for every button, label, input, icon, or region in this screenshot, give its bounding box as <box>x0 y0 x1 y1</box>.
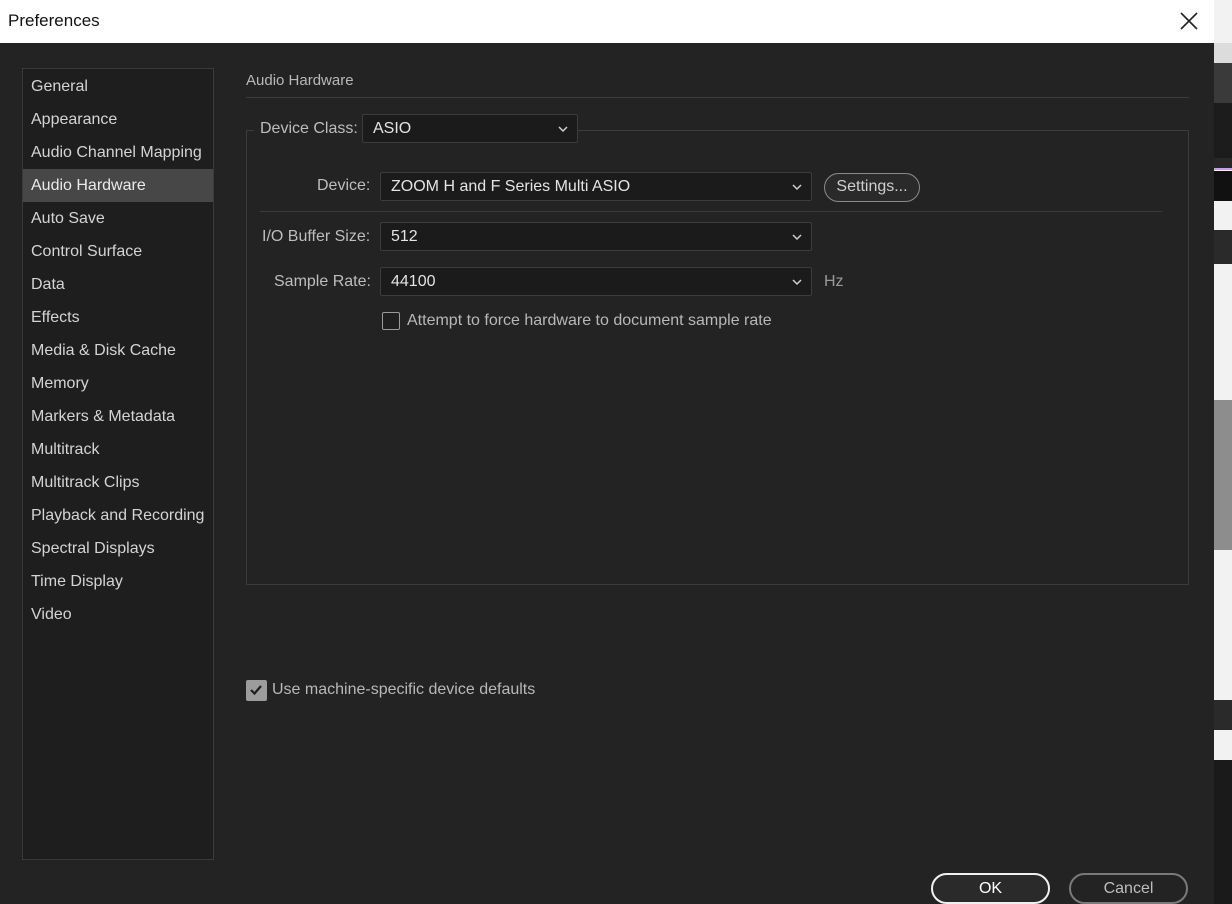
sidebar-item-markers-metadata[interactable]: Markers & Metadata <box>23 400 213 433</box>
close-icon <box>1180 12 1198 30</box>
device-class-label: Device Class: <box>260 120 358 137</box>
background-app-edge <box>1214 0 1232 904</box>
sidebar-item-multitrack-clips[interactable]: Multitrack Clips <box>23 466 213 499</box>
buffer-size-dropdown[interactable]: 512 <box>380 222 812 251</box>
chevron-down-icon <box>792 234 802 241</box>
close-button[interactable] <box>1172 4 1206 38</box>
title-bar: Preferences <box>0 0 1214 44</box>
device-dropdown[interactable]: ZOOM H and F Series Multi ASIO <box>380 172 812 201</box>
preferences-sidebar: General Appearance Audio Channel Mapping Au… <box>22 68 214 860</box>
sidebar-item-appearance[interactable]: Appearance <box>23 103 213 136</box>
sidebar-item-general[interactable]: General <box>23 70 213 103</box>
section-divider <box>246 97 1189 98</box>
sidebar-item-time-display[interactable]: Time Display <box>23 565 213 598</box>
sidebar-item-effects[interactable]: Effects <box>23 301 213 334</box>
device-settings-button[interactable]: Settings... <box>824 173 920 202</box>
device-label: Device: <box>317 177 371 194</box>
device-value: ZOOM H and F Series Multi ASIO <box>391 178 631 195</box>
machine-defaults-label: Use machine-specific device defaults <box>272 681 536 698</box>
chevron-down-icon <box>792 184 802 191</box>
ok-button[interactable]: OK <box>931 873 1050 904</box>
window-title: Preferences <box>8 11 100 30</box>
sidebar-item-data[interactable]: Data <box>23 268 213 301</box>
sidebar-item-playback-and-recording[interactable]: Playback and Recording <box>23 499 213 532</box>
cancel-button[interactable]: Cancel <box>1069 873 1188 904</box>
buffer-size-label: I/O Buffer Size: <box>262 228 371 245</box>
sidebar-item-memory[interactable]: Memory <box>23 367 213 400</box>
chevron-down-icon <box>558 126 568 133</box>
sidebar-item-media-disk-cache[interactable]: Media & Disk Cache <box>23 334 213 367</box>
sidebar-item-audio-hardware[interactable]: Audio Hardware <box>23 169 213 202</box>
section-title: Audio Hardware <box>246 72 354 89</box>
force-sample-rate-label: Attempt to force hardware to document sa… <box>407 312 772 329</box>
buffer-size-value: 512 <box>391 228 418 245</box>
sidebar-item-spectral-displays[interactable]: Spectral Displays <box>23 532 213 565</box>
sample-rate-dropdown[interactable]: 44100 <box>380 267 812 296</box>
force-sample-rate-checkbox[interactable] <box>382 312 400 330</box>
sample-rate-unit: Hz <box>824 273 844 290</box>
sidebar-item-multitrack[interactable]: Multitrack <box>23 433 213 466</box>
device-divider <box>260 211 1162 212</box>
chevron-down-icon <box>792 279 802 286</box>
sidebar-item-auto-save[interactable]: Auto Save <box>23 202 213 235</box>
sidebar-item-control-surface[interactable]: Control Surface <box>23 235 213 268</box>
sidebar-item-audio-channel-mapping[interactable]: Audio Channel Mapping <box>23 136 213 169</box>
sample-rate-value: 44100 <box>391 273 436 290</box>
machine-defaults-checkbox[interactable] <box>246 680 267 701</box>
sample-rate-label: Sample Rate: <box>274 273 371 290</box>
device-class-dropdown[interactable]: ASIO <box>362 114 578 143</box>
sidebar-item-video[interactable]: Video <box>23 598 213 631</box>
device-class-row: Device Class: <box>254 114 362 144</box>
checkmark-icon <box>250 685 262 696</box>
device-class-value: ASIO <box>373 120 412 137</box>
